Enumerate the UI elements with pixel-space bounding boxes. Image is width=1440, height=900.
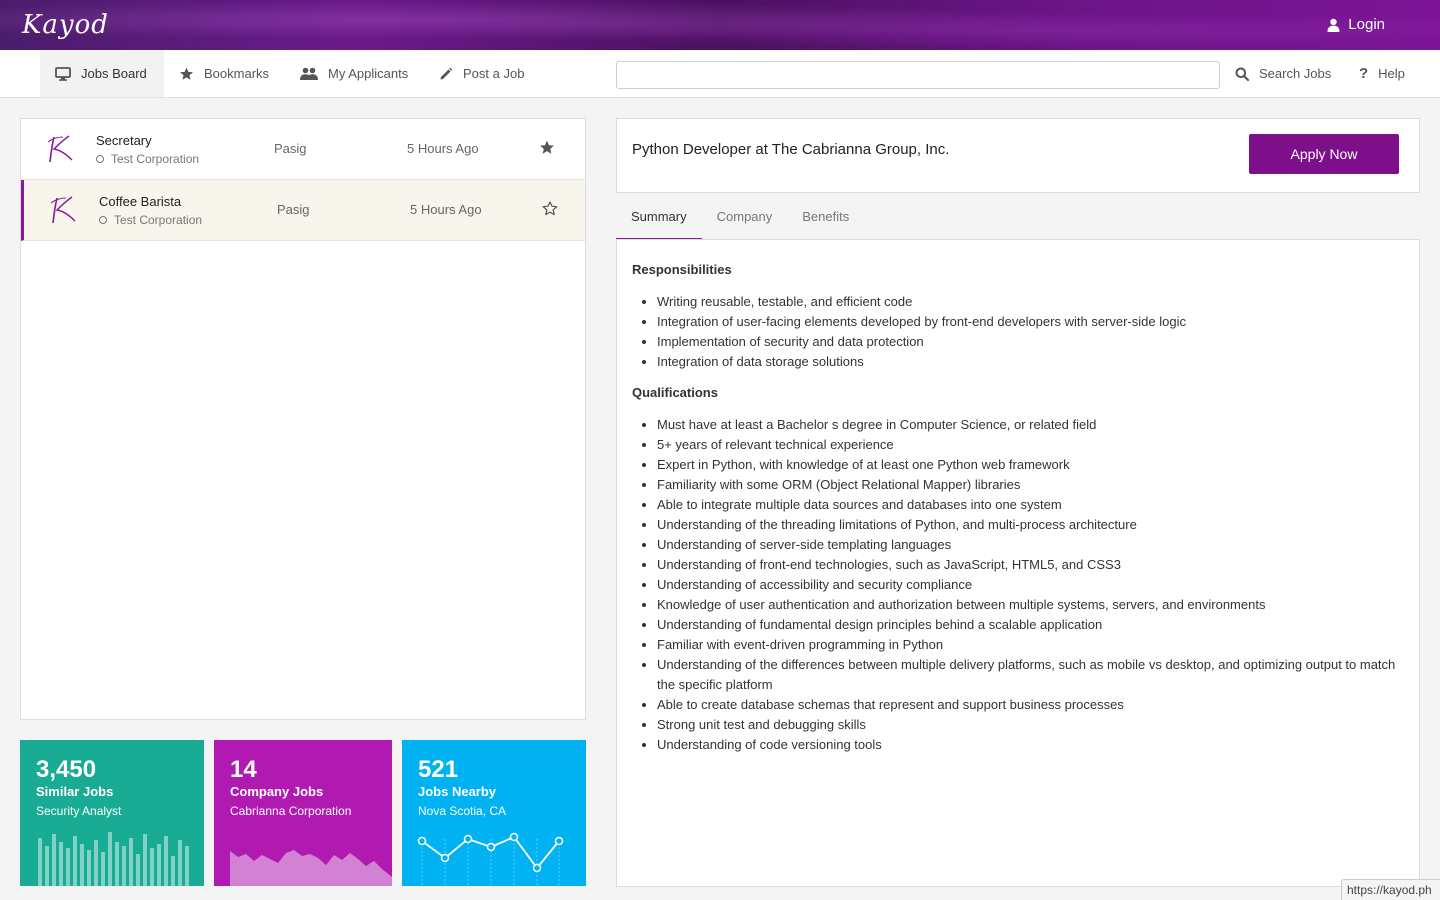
job-location: Pasig	[277, 202, 310, 217]
nav-label: Bookmarks	[204, 66, 270, 81]
company-logo	[47, 135, 73, 163]
help-button[interactable]: ? Help	[1344, 50, 1420, 97]
bookmark-star-outline-icon[interactable]	[542, 201, 558, 221]
stat-label: Jobs Nearby	[418, 784, 497, 799]
top-header: Kayod Login	[0, 0, 1440, 50]
search-input[interactable]	[616, 61, 1220, 89]
stat-number: 521	[418, 756, 459, 783]
job-row-secretary[interactable]: Secretary Test Corporation Pasig 5 Hours…	[21, 119, 585, 180]
list-item: Understanding of front-end technologies,…	[657, 555, 1404, 575]
nav-my-applicants[interactable]: My Applicants	[285, 50, 423, 97]
job-time: 5 Hours Ago	[407, 141, 479, 156]
company-name: Test Corporation	[114, 213, 203, 227]
list-item: Familiar with event-driven programming i…	[657, 635, 1404, 655]
search-jobs-button[interactable]: Search Jobs	[1220, 50, 1346, 97]
job-detail-header: Python Developer at The Cabrianna Group,…	[616, 118, 1420, 193]
job-title: Secretary	[96, 133, 152, 148]
list-item: Familiarity with some ORM (Object Relati…	[657, 475, 1404, 495]
list-item: Understanding of server-side templating …	[657, 535, 1404, 555]
stat-card-jobs-nearby[interactable]: 521 Jobs Nearby Nova Scotia, CA	[402, 740, 586, 886]
list-item: Able to integrate multiple data sources …	[657, 495, 1404, 515]
job-company: Test Corporation	[99, 213, 202, 227]
nav-bookmarks[interactable]: Bookmarks	[164, 50, 284, 97]
qualifications-heading: Qualifications	[632, 385, 718, 400]
status-bar-url: https://kayod.ph	[1341, 879, 1440, 900]
tab-benefits[interactable]: Benefits	[787, 199, 864, 240]
detail-tabs: Summary Company Benefits	[616, 199, 864, 240]
job-detail-title: Python Developer at The Cabrianna Group,…	[632, 141, 950, 158]
responsibilities-heading: Responsibilities	[632, 262, 732, 277]
circle-icon	[99, 216, 107, 224]
list-item: Implementation of security and data prot…	[657, 332, 1404, 352]
monitor-icon	[55, 66, 71, 81]
nav-label: My Applicants	[328, 66, 409, 81]
search-icon	[1235, 67, 1249, 81]
star-icon	[179, 67, 194, 81]
stat-number: 3,450	[36, 756, 97, 783]
nav-label: Post a Job	[463, 66, 525, 81]
list-item: Integration of data storage solutions	[657, 352, 1404, 372]
search-jobs-label: Search Jobs	[1259, 66, 1332, 81]
list-item: Able to create database schemas that rep…	[657, 695, 1404, 715]
job-location: Pasig	[274, 141, 307, 156]
tab-summary[interactable]: Summary	[616, 199, 702, 240]
list-item: Understanding of accessibility and secur…	[657, 575, 1404, 595]
list-item: Must have at least a Bachelor s degree i…	[657, 415, 1404, 435]
list-item: Understanding of fundamental design prin…	[657, 615, 1404, 635]
job-company: Test Corporation	[96, 152, 199, 166]
list-item: Strong unit test and debugging skills	[657, 715, 1404, 735]
job-time: 5 Hours Ago	[410, 202, 482, 217]
stat-card-company-jobs[interactable]: 14 Company Jobs Cabrianna Corporation	[214, 740, 392, 886]
list-item: Understanding of the differences between…	[657, 655, 1404, 695]
nav-jobs-board[interactable]: Jobs Board	[40, 50, 164, 97]
responsibilities-list: Writing reusable, testable, and efficien…	[632, 292, 1404, 372]
apply-now-button[interactable]: Apply Now	[1249, 134, 1399, 174]
help-label: Help	[1378, 66, 1405, 81]
bookmark-star-filled-icon[interactable]	[539, 140, 555, 160]
circle-icon	[96, 155, 104, 163]
job-detail-body: Responsibilities Writing reusable, testa…	[616, 239, 1420, 887]
question-icon: ?	[1359, 65, 1369, 82]
area-sparkline	[230, 850, 392, 886]
nav-label: Jobs Board	[81, 66, 147, 81]
stat-label: Similar Jobs	[36, 784, 114, 799]
nav-post-a-job[interactable]: Post a Job	[424, 50, 539, 97]
qualifications-list: Must have at least a Bachelor s degree i…	[632, 415, 1404, 755]
pencil-icon	[439, 67, 453, 81]
company-logo	[50, 196, 76, 224]
list-item: Knowledge of user authentication and aut…	[657, 595, 1404, 615]
list-item: Expert in Python, with knowledge of at l…	[657, 455, 1404, 475]
job-title: Coffee Barista	[99, 194, 182, 209]
main-nav: Jobs Board Bookmarks My Applicants Post …	[0, 50, 1440, 98]
list-item: Understanding of the threading limitatio…	[657, 515, 1404, 535]
stat-sub: Cabrianna Corporation	[230, 804, 352, 818]
users-icon	[300, 67, 318, 80]
kayod-logo[interactable]: Kayod	[22, 10, 109, 40]
list-item: Writing reusable, testable, and efficien…	[657, 292, 1404, 312]
line-sparkline	[417, 832, 564, 886]
login-label: Login	[1348, 16, 1385, 33]
list-item: 5+ years of relevant technical experienc…	[657, 435, 1404, 455]
bar-sparkline	[38, 832, 189, 886]
stat-number: 14	[230, 756, 257, 783]
stat-label: Company Jobs	[230, 784, 324, 799]
tab-company[interactable]: Company	[702, 199, 788, 240]
stat-sub: Nova Scotia, CA	[418, 804, 507, 818]
stat-sub: Security Analyst	[36, 804, 122, 818]
company-name: Test Corporation	[111, 152, 200, 166]
user-icon	[1327, 18, 1340, 32]
job-list: Secretary Test Corporation Pasig 5 Hours…	[20, 118, 586, 720]
job-row-coffee-barista[interactable]: Coffee Barista Test Corporation Pasig 5 …	[21, 180, 585, 241]
login-button[interactable]: Login	[1327, 16, 1385, 33]
list-item: Integration of user-facing elements deve…	[657, 312, 1404, 332]
list-item: Understanding of code versioning tools	[657, 735, 1404, 755]
stat-card-similar-jobs[interactable]: 3,450 Similar Jobs Security Analyst	[20, 740, 204, 886]
